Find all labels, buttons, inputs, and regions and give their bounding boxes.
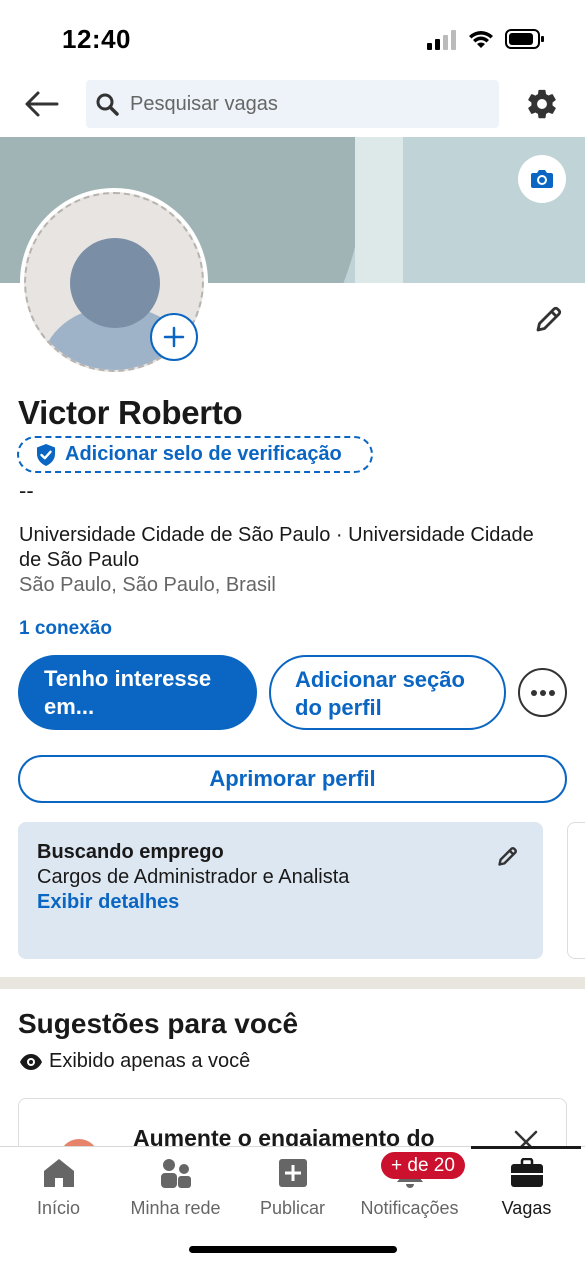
avatar-head-silhouette (70, 238, 160, 328)
open-to-work-title: Buscando emprego (37, 841, 224, 863)
nav-item-home[interactable]: Início (0, 1155, 117, 1225)
battery-icon (505, 29, 544, 49)
home-indicator[interactable] (189, 1246, 397, 1253)
nav-item-jobs[interactable]: Vagas (468, 1155, 585, 1225)
top-bar (0, 76, 585, 136)
search-icon (94, 91, 120, 117)
nav-label-jobs: Vagas (501, 1198, 552, 1218)
add-verification-button[interactable]: Adicionar selo de verificação (17, 436, 373, 473)
eye-icon (20, 1053, 42, 1070)
notification-badge: + de 20 (381, 1152, 465, 1179)
profile-education: Universidade Cidade de São Paulo · Unive… (19, 524, 534, 571)
connections-link[interactable]: 1 conexão (19, 618, 112, 640)
back-button[interactable] (20, 86, 62, 122)
profile-headline: -- (19, 478, 34, 503)
add-photo-button[interactable] (150, 313, 198, 361)
cellular-signal-icon (427, 30, 456, 50)
open-to-work-description: Cargos de Administrador e Analista (37, 866, 350, 888)
shield-check-icon (37, 443, 55, 466)
next-card-peek[interactable] (567, 822, 585, 959)
visibility-note: Exibido apenas a você (19, 1050, 250, 1073)
open-to-work-card[interactable]: Buscando emprego Cargos de Administrador… (18, 822, 543, 959)
camera-icon (531, 170, 553, 188)
nav-item-post[interactable]: Publicar (234, 1155, 351, 1225)
more-horizontal-icon (530, 689, 555, 696)
network-icon (158, 1155, 194, 1191)
plus-icon (163, 326, 185, 348)
search-box[interactable] (86, 80, 499, 128)
briefcase-icon (509, 1155, 545, 1191)
search-input[interactable] (130, 92, 470, 116)
wifi-icon (469, 31, 493, 48)
pencil-icon (498, 847, 517, 866)
arrow-left-icon (25, 91, 59, 117)
active-tab-indicator (471, 1146, 581, 1149)
enhance-profile-button[interactable]: Aprimorar perfil (18, 755, 567, 803)
pencil-icon (536, 306, 562, 332)
nav-item-network[interactable]: Minha rede (117, 1155, 234, 1225)
suggestions-title: Sugestões para você (18, 1008, 299, 1039)
home-icon (41, 1155, 77, 1191)
nav-label-post: Publicar (259, 1198, 326, 1218)
verification-label: Adicionar selo de verificação (65, 443, 342, 465)
add-profile-section-button[interactable]: Adicionar seção do perfil (269, 655, 506, 730)
status-bar: 12:40 (0, 0, 585, 76)
settings-button[interactable] (524, 86, 560, 122)
nav-label-notifications: Notificações (360, 1198, 459, 1218)
banner-stripe (355, 137, 403, 283)
nav-label-home: Início (36, 1198, 81, 1218)
status-time: 12:40 (62, 24, 131, 54)
open-to-button[interactable]: Tenho interesse em... (18, 655, 257, 730)
section-divider (0, 977, 585, 989)
plus-square-icon (275, 1155, 311, 1191)
more-options-button[interactable] (518, 668, 567, 717)
edit-intro-button[interactable] (530, 302, 566, 338)
profile-name: Victor Roberto (18, 394, 243, 431)
profile-location: São Paulo, São Paulo, Brasil (19, 574, 276, 596)
nav-label-network: Minha rede (130, 1198, 221, 1218)
edit-open-to-work-button[interactable] (494, 844, 520, 870)
edit-banner-button[interactable] (518, 155, 566, 203)
show-details-link[interactable]: Exibir detalhes (37, 891, 179, 914)
gear-icon (528, 89, 556, 119)
visibility-label: Exibido apenas a você (49, 1050, 251, 1072)
